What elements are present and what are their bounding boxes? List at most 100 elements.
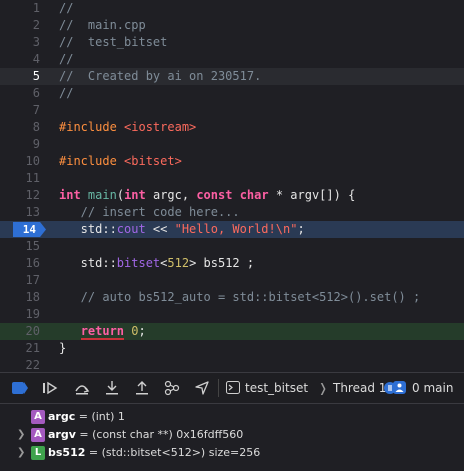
disclosure-triangle-icon[interactable]: ❯ bbox=[17, 426, 25, 444]
code-text: // auto bs512_auto = std::bitset<512>().… bbox=[59, 289, 421, 306]
code-token: * argv[]) { bbox=[268, 188, 356, 202]
line-number[interactable]: 6 bbox=[0, 85, 40, 102]
debug-view-hierarchy-icon[interactable] bbox=[164, 380, 180, 396]
code-line[interactable]: 8 #include <iostream> bbox=[0, 119, 464, 136]
code-line[interactable]: 1 // bbox=[0, 0, 464, 17]
simulate-location-icon[interactable] bbox=[194, 380, 210, 396]
disclosure-triangle-icon[interactable]: ❯ bbox=[17, 444, 25, 462]
code-token: // bbox=[59, 1, 74, 15]
debug-bar: test_bitset ❭ Thread 1 ❭ 0 main bbox=[0, 372, 464, 404]
code-token: // Created by ai on 230517. bbox=[59, 69, 262, 83]
line-number[interactable]: 21 bbox=[0, 340, 40, 357]
step-into-icon[interactable] bbox=[104, 380, 120, 396]
code-text: return 0; bbox=[59, 323, 146, 340]
code-token: main bbox=[87, 188, 117, 202]
line-number[interactable]: 15 bbox=[0, 238, 40, 255]
line-number[interactable]: 2 bbox=[0, 17, 40, 34]
code-line[interactable]: 5 // Created by ai on 230517. bbox=[0, 68, 464, 85]
code-token: ; bbox=[138, 324, 146, 338]
continue-icon[interactable] bbox=[42, 380, 58, 396]
code-token: char bbox=[239, 188, 269, 202]
line-number[interactable]: 1 bbox=[0, 0, 40, 17]
line-number[interactable]: 13 bbox=[0, 204, 40, 221]
line-number[interactable]: 17 bbox=[0, 272, 40, 289]
code-text: // Created by ai on 230517. bbox=[59, 68, 261, 85]
code-line[interactable]: 11 bbox=[0, 170, 464, 187]
breadcrumb-frame[interactable]: 0 main bbox=[412, 381, 453, 395]
code-text: // bbox=[59, 85, 73, 102]
code-line[interactable]: 3 // test_bitset bbox=[0, 34, 464, 51]
code-token: 0 bbox=[131, 324, 139, 338]
code-token: const bbox=[196, 188, 233, 202]
breadcrumb-target[interactable]: test_bitset bbox=[245, 381, 308, 395]
code-line[interactable]: 17 bbox=[0, 272, 464, 289]
terminal-icon bbox=[226, 381, 240, 394]
code-line[interactable]: 12 int main(int argc, const char * argv[]… bbox=[0, 187, 464, 204]
code-line[interactable]: 9 bbox=[0, 136, 464, 153]
code-line[interactable]: 2 // main.cpp bbox=[0, 17, 464, 34]
variable-row[interactable]: Aargc = (int) 1 bbox=[0, 408, 464, 426]
line-number[interactable]: 7 bbox=[0, 102, 40, 119]
code-text: // insert code here... bbox=[59, 204, 240, 221]
variable-name-text: bs512 bbox=[48, 446, 86, 459]
breadcrumb-thread[interactable]: Thread 1 bbox=[333, 381, 386, 395]
variable-name: bs512 = (std::bitset<512>) size=256 bbox=[48, 444, 260, 462]
code-line[interactable]: 15 bbox=[0, 238, 464, 255]
variable-row[interactable]: ❯ Aargv = (const char **) 0x16fdff560 bbox=[0, 426, 464, 444]
code-line[interactable]: 13 // insert code here... bbox=[0, 204, 464, 221]
code-token: <bitset> bbox=[124, 154, 182, 168]
code-token: ; bbox=[297, 222, 305, 236]
code-token: #include bbox=[59, 154, 125, 168]
code-line[interactable]: 4 // bbox=[0, 51, 464, 68]
code-token: argc, bbox=[145, 188, 197, 202]
code-line[interactable]: 16 std::bitset<512> bs512 ; bbox=[0, 255, 464, 272]
line-number[interactable]: 8 bbox=[0, 119, 40, 136]
variable-name: argc = (int) 1 bbox=[48, 408, 125, 426]
code-text: // bbox=[59, 51, 73, 68]
code-token: cout bbox=[116, 222, 146, 236]
variable-kind-badge: A bbox=[31, 428, 45, 442]
line-number[interactable]: 9 bbox=[0, 136, 40, 153]
code-line[interactable]: 19 bbox=[0, 306, 464, 323]
variables-view: Aargc = (int) 1 ❯ Aargv = (const char **) … bbox=[0, 404, 464, 471]
variable-row[interactable]: ❯ Lbs512 = (std::bitset<512>) size=256 bbox=[0, 444, 464, 462]
code-token: ( bbox=[116, 188, 125, 202]
code-token: > bs512 ; bbox=[189, 256, 255, 270]
step-over-icon[interactable] bbox=[74, 380, 90, 396]
code-text: // test_bitset bbox=[59, 34, 167, 51]
code-text: std::bitset<512> bs512 ; bbox=[59, 255, 254, 272]
code-token: "Hello, World!\n" bbox=[174, 222, 298, 236]
breakpoint-marker[interactable]: 14 bbox=[13, 222, 46, 237]
code-line[interactable]: 18 // auto bs512_auto = std::bitset<512>… bbox=[0, 289, 464, 306]
code-line[interactable]: 20 return 0; bbox=[0, 323, 464, 340]
variable-name: argv = (const char **) 0x16fdff560 bbox=[48, 426, 243, 444]
line-number[interactable]: 4 bbox=[0, 51, 40, 68]
code-line[interactable]: 14 std::cout << "Hello, World!\n"; bbox=[0, 221, 464, 238]
code-text: #include <iostream> bbox=[59, 119, 196, 136]
variable-name-text: argc bbox=[48, 410, 76, 423]
line-number[interactable]: 3 bbox=[0, 34, 40, 51]
line-number[interactable]: 16 bbox=[0, 255, 40, 272]
code-text: #include <bitset> bbox=[59, 153, 182, 170]
code-token: std:: bbox=[59, 222, 117, 236]
code-line[interactable]: 6 // bbox=[0, 85, 464, 102]
breakpoints-toggle-icon[interactable] bbox=[12, 382, 28, 398]
code-line[interactable]: 7 bbox=[0, 102, 464, 119]
variable-value: = (const char **) 0x16fdff560 bbox=[75, 428, 244, 441]
code-token: // bbox=[59, 52, 74, 66]
code-line[interactable]: 21} bbox=[0, 340, 464, 357]
code-editor[interactable]: 1 // 2 // main.cpp 3 // test_bitset 4 // 5 // Cre… bbox=[0, 0, 464, 372]
line-number[interactable]: 5 bbox=[0, 68, 40, 85]
line-number[interactable]: 19 bbox=[0, 306, 40, 323]
line-number[interactable]: 11 bbox=[0, 170, 40, 187]
step-out-icon[interactable] bbox=[134, 380, 150, 396]
line-number[interactable]: 12 bbox=[0, 187, 40, 204]
code-token: << bbox=[145, 222, 175, 236]
code-text: std::cout << "Hello, World!\n"; bbox=[59, 221, 305, 238]
line-number[interactable]: 10 bbox=[0, 153, 40, 170]
line-number[interactable]: 18 bbox=[0, 289, 40, 306]
line-number[interactable]: 20 bbox=[0, 323, 40, 340]
code-line[interactable]: 10 #include <bitset> bbox=[0, 153, 464, 170]
